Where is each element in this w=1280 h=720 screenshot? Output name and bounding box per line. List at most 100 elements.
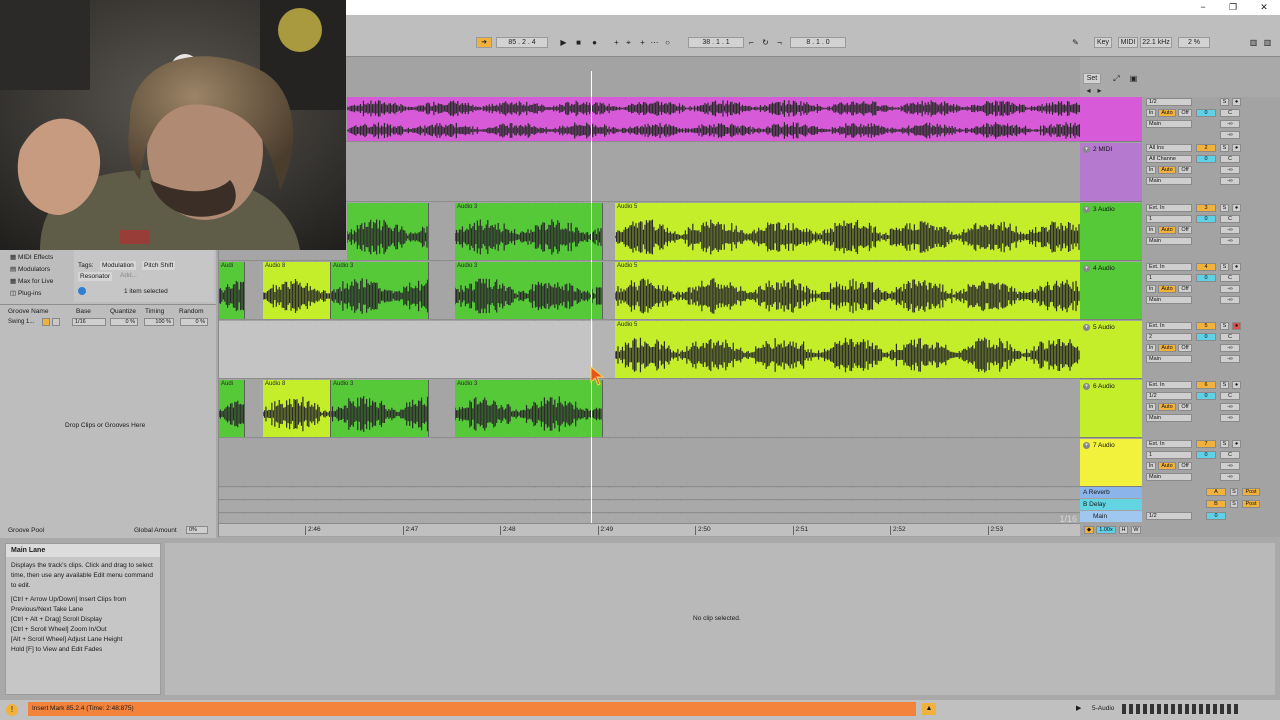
arm-button[interactable]: ● — [1232, 322, 1241, 330]
track-header-1[interactable] — [1080, 97, 1142, 142]
output-select[interactable]: Main — [1146, 473, 1192, 481]
send-a-field[interactable]: -∞ — [1220, 226, 1240, 234]
audio-clip[interactable] — [347, 203, 429, 260]
set-button[interactable]: Set — [1083, 73, 1101, 84]
input-type-select[interactable]: Ext. In — [1146, 381, 1192, 389]
return-a-header[interactable]: A Reverb — [1080, 487, 1142, 498]
output-select[interactable]: Main — [1146, 237, 1192, 245]
save-icon[interactable] — [52, 318, 60, 326]
solo-button[interactable]: S — [1220, 144, 1229, 152]
monitor-off-button[interactable]: Off — [1178, 403, 1192, 411]
return-a-solo[interactable]: S — [1230, 488, 1238, 496]
volume-field[interactable]: 0 — [1196, 109, 1216, 117]
hot-swap-icon[interactable] — [42, 318, 50, 326]
input-channel-select[interactable]: 1 — [1146, 215, 1192, 223]
volume-field[interactable]: 0 — [1196, 274, 1216, 282]
audio-clip[interactable]: Audio 5 — [615, 321, 1081, 378]
return-b-header[interactable]: B Delay — [1080, 499, 1142, 510]
solo-button[interactable]: S — [1220, 381, 1229, 389]
play-icon[interactable]: ▶ — [558, 37, 569, 48]
fold-icon[interactable]: ▾ — [1083, 146, 1090, 153]
send-b-field[interactable]: -∞ — [1220, 131, 1240, 139]
stop-icon[interactable]: ■ — [573, 37, 584, 48]
send-a-field[interactable]: -∞ — [1220, 120, 1240, 128]
lock-icon[interactable]: ▣ — [1128, 73, 1139, 84]
return-a-activator[interactable]: A — [1206, 488, 1226, 496]
browser-item[interactable]: ◫ Plug-ins — [10, 289, 41, 297]
track-header-7[interactable]: 7 Audio ▾ — [1080, 439, 1142, 487]
output-select[interactable]: Main — [1146, 355, 1192, 363]
output-select[interactable]: Main — [1146, 414, 1192, 422]
track-activator[interactable]: 2 — [1196, 144, 1216, 152]
loop-icon[interactable]: ↻ — [760, 37, 771, 48]
punch-out-icon[interactable]: ¬ — [774, 37, 785, 48]
track-activator[interactable]: 5 — [1196, 322, 1216, 330]
input-type-select[interactable]: 1/2 — [1146, 98, 1192, 106]
arm-button[interactable]: ● — [1232, 98, 1241, 106]
arm-button[interactable]: ● — [1232, 144, 1241, 152]
monitor-in-button[interactable]: In — [1146, 462, 1156, 470]
audio-clip[interactable]: Audi — [219, 262, 245, 319]
send-b-field[interactable]: -∞ — [1220, 177, 1240, 185]
input-type-select[interactable]: All Ins — [1146, 144, 1192, 152]
track-1-lane[interactable] — [219, 97, 1081, 142]
track-activator[interactable]: 6 — [1196, 381, 1216, 389]
input-type-select[interactable]: Ext. In — [1146, 322, 1192, 330]
solo-button[interactable]: S — [1220, 440, 1229, 448]
pan-field[interactable]: C — [1220, 155, 1240, 163]
input-type-select[interactable]: Ext. In — [1146, 263, 1192, 271]
input-channel-select[interactable]: 1/2 — [1146, 392, 1192, 400]
return-a-post[interactable]: Post — [1242, 488, 1260, 496]
tag-chip[interactable]: Resonator — [78, 272, 112, 281]
track-header-5[interactable]: 5 Audio ▾ — [1080, 321, 1142, 379]
follow-button[interactable]: ➜ — [476, 37, 492, 48]
volume-field[interactable]: 0 — [1196, 215, 1216, 223]
track-activator[interactable]: 3 — [1196, 204, 1216, 212]
play-small-icon[interactable]: ▶ — [1076, 704, 1081, 712]
monitor-in-button[interactable]: In — [1146, 403, 1156, 411]
groove-quantize[interactable]: 0 % — [110, 318, 138, 326]
arm-button[interactable]: ● — [1232, 204, 1241, 212]
punch-in-icon[interactable]: ⌐ — [746, 37, 757, 48]
monitor-in-button[interactable]: In — [1146, 344, 1156, 352]
input-channel-select[interactable]: 1 — [1146, 274, 1192, 282]
overdub-icon[interactable]: + — [637, 37, 648, 48]
input-type-select[interactable]: Ext. In — [1146, 204, 1192, 212]
volume-field[interactable]: 0 — [1196, 451, 1216, 459]
return-a-lane[interactable] — [219, 488, 1081, 500]
global-amount-field[interactable]: 0% — [186, 526, 208, 534]
solo-button[interactable]: S — [1220, 204, 1229, 212]
monitor-auto-button[interactable]: Auto — [1158, 166, 1176, 174]
alert-icon[interactable]: ▲ — [922, 703, 936, 715]
audio-clip[interactable]: Audio 3 — [331, 262, 429, 319]
arm-button[interactable]: ● — [1232, 263, 1241, 271]
send-b-field[interactable]: -∞ — [1220, 355, 1240, 363]
input-channel-select[interactable]: 2 — [1146, 333, 1192, 341]
minimize-button[interactable]: − — [1188, 0, 1218, 15]
record-icon[interactable]: ● — [589, 37, 600, 48]
input-channel-select[interactable]: 1 — [1146, 451, 1192, 459]
monitor-auto-button[interactable]: Auto — [1158, 344, 1176, 352]
add-icon[interactable]: + — [611, 37, 622, 48]
groove-base-select[interactable]: 1/16 — [72, 318, 106, 326]
pan-field[interactable]: C — [1220, 333, 1240, 341]
loop-length-display[interactable]: 8 . 1 . 0 — [790, 37, 846, 48]
audio-clip[interactable]: Audio 5 — [615, 262, 1081, 319]
return-b-post[interactable]: Post — [1242, 500, 1260, 508]
monitor-in-button[interactable]: In — [1146, 166, 1156, 174]
automation-arm-icon[interactable]: ⌖ — [623, 37, 634, 48]
expand-icon[interactable]: ⤢ — [1111, 73, 1122, 84]
track-activator[interactable]: 4 — [1196, 263, 1216, 271]
fold-icon[interactable]: ▾ — [1083, 206, 1090, 213]
pan-field[interactable]: C — [1220, 392, 1240, 400]
arrangement-view[interactable]: Audio 3 Audio 5 Audi Audio 8 Audio 3 Aud… — [218, 57, 1095, 537]
scroll-down-icon[interactable]: ▸ — [1094, 85, 1105, 96]
fold-icon[interactable]: ▾ — [1083, 442, 1090, 449]
fold-icon[interactable]: ▾ — [1083, 265, 1090, 272]
output-select[interactable]: Main — [1146, 177, 1192, 185]
scroll-up-icon[interactable]: ◂ — [1083, 85, 1094, 96]
track-header-4[interactable]: 4 Audio ▾ — [1080, 262, 1142, 320]
track-2-lane[interactable] — [219, 143, 1081, 202]
track-header-6[interactable]: 6 Audio ▾ — [1080, 380, 1142, 438]
return-b-lane[interactable] — [219, 501, 1081, 513]
